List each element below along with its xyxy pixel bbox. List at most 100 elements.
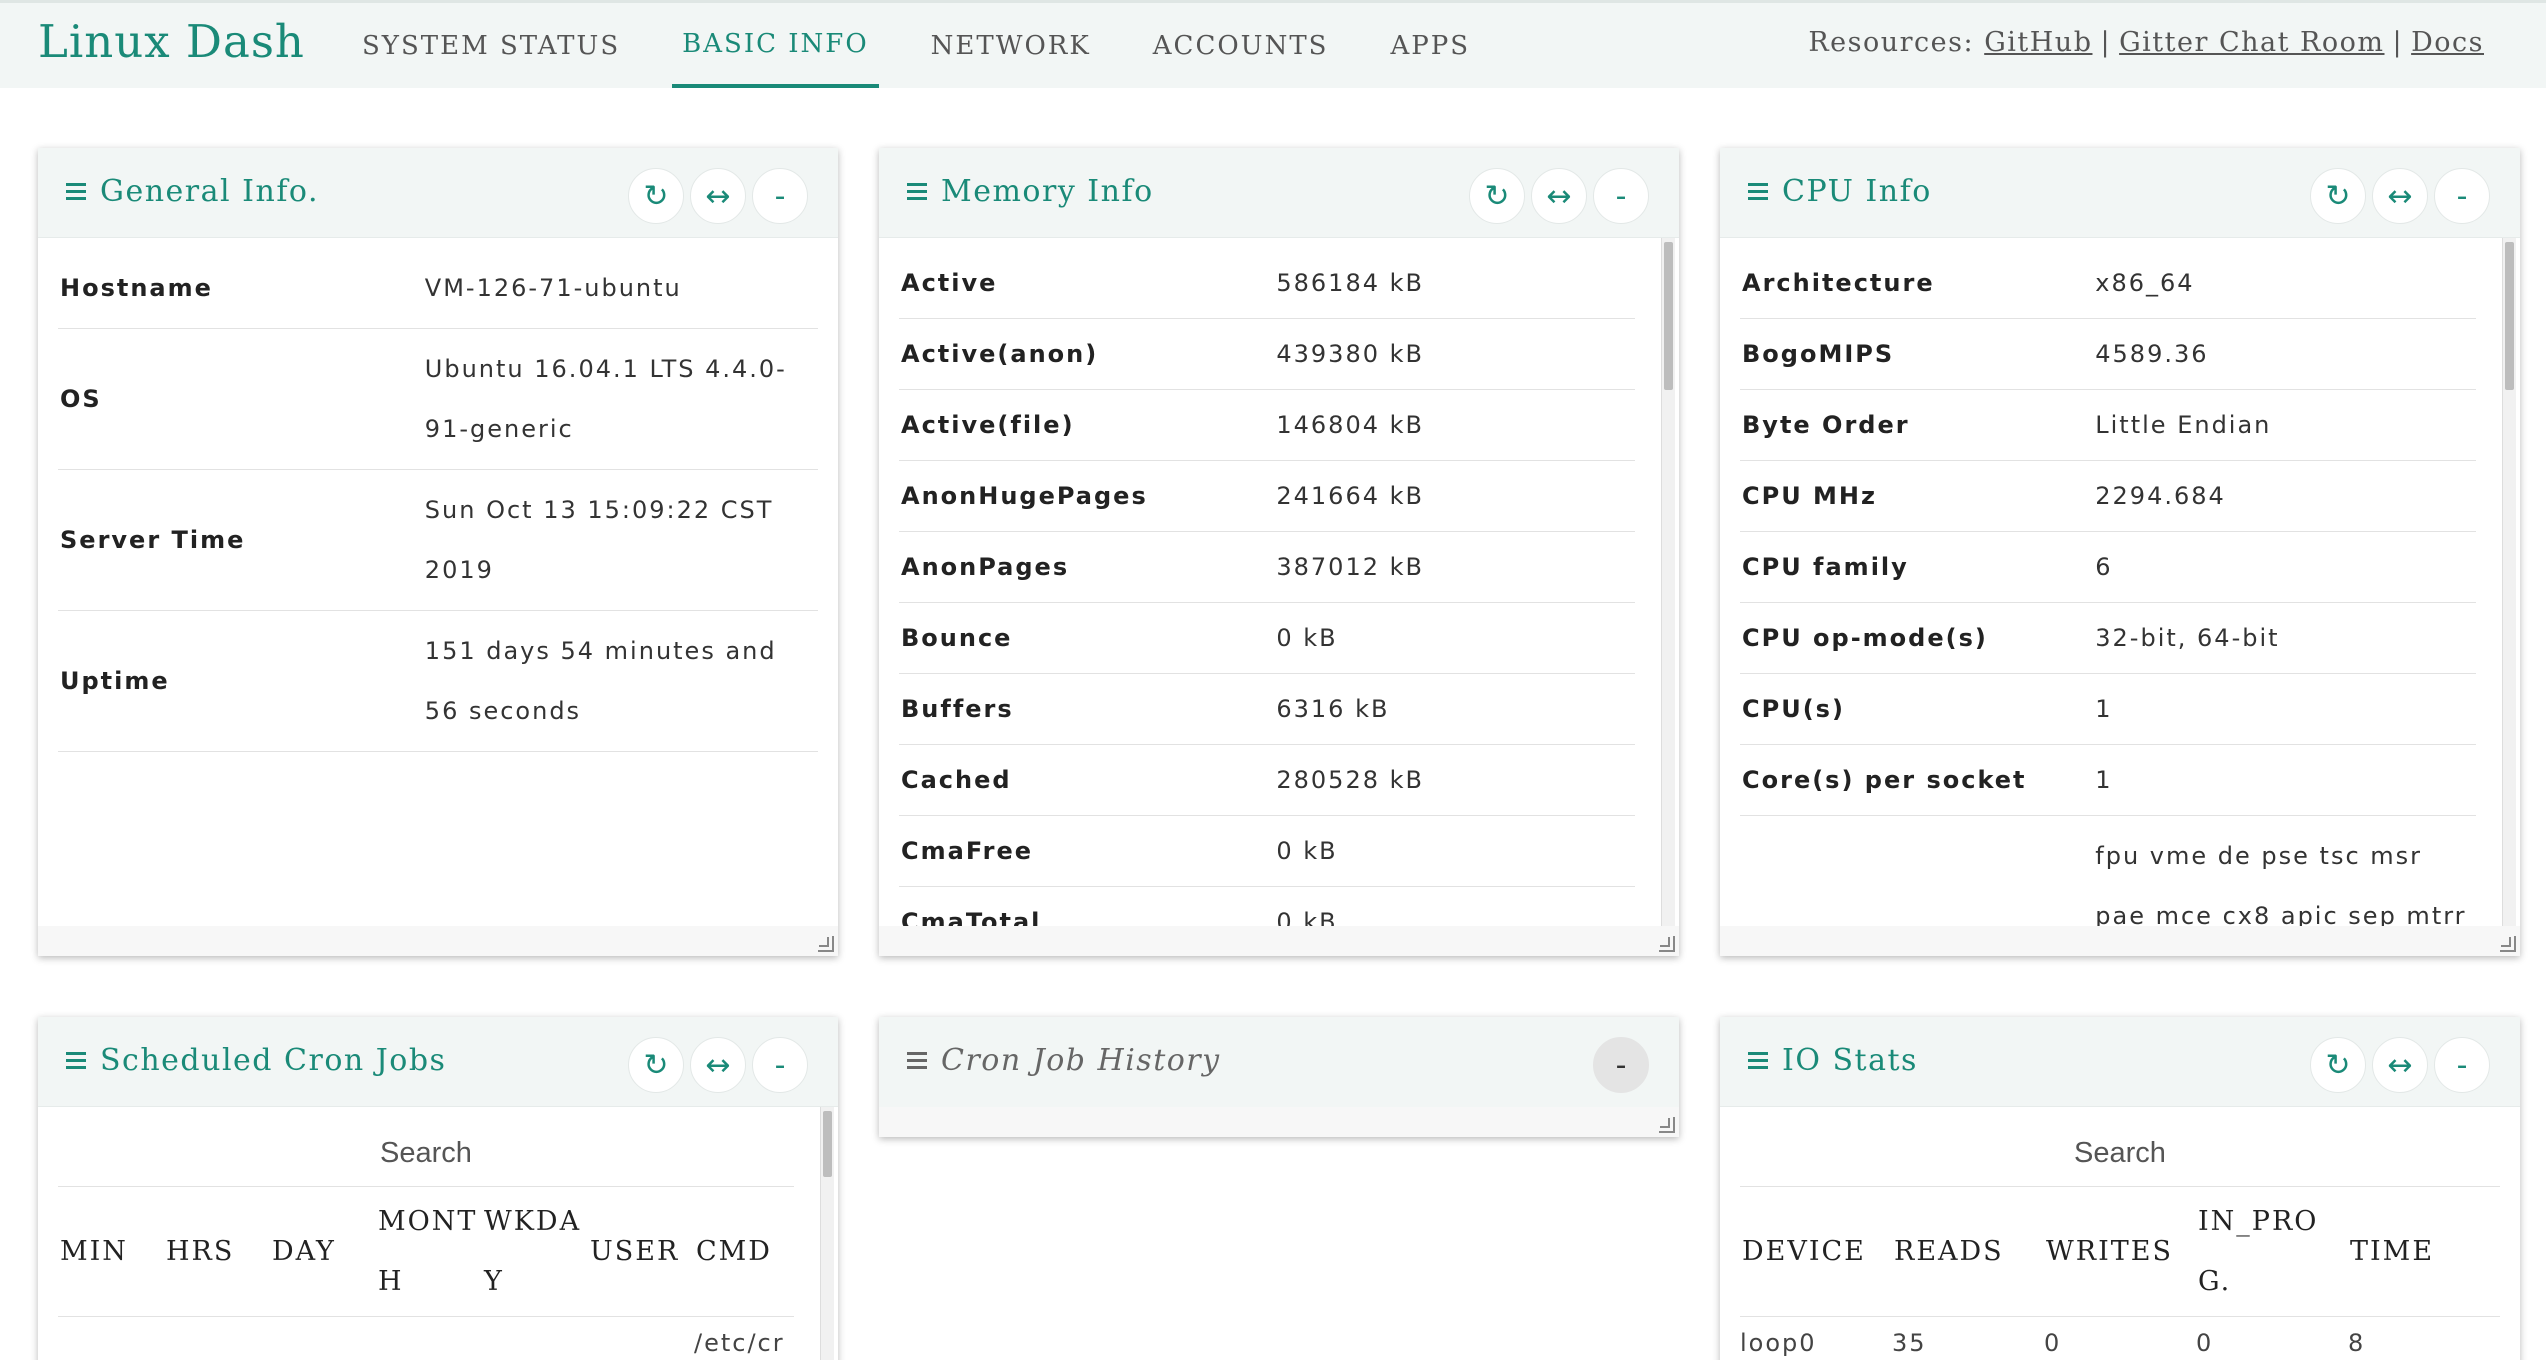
- info-table: Architecture x86_64 BogoMIPS 4589.36 Byte …: [1740, 248, 2476, 926]
- tab-system-status[interactable]: SYSTEM STATUS: [352, 3, 630, 88]
- resize-handle-icon[interactable]: [1659, 1117, 1675, 1133]
- column-header[interactable]: CMD: [694, 1222, 784, 1282]
- minimize-icon[interactable]: -: [752, 1037, 808, 1093]
- expand-icon[interactable]: ↔: [690, 1037, 746, 1093]
- column-header[interactable]: WRITES: [2044, 1222, 2196, 1282]
- scrollbar-thumb[interactable]: [2505, 242, 2514, 390]
- table-row: OS Ubuntu 16.04.1 LTS 4.4.0-91-generic: [58, 329, 818, 470]
- widget-footer: [38, 926, 838, 956]
- info-table: Hostname VM-126-71-ubuntu OS Ubuntu 16.04.…: [58, 248, 818, 752]
- resize-handle-icon[interactable]: [2500, 936, 2516, 952]
- resize-handle-icon[interactable]: [818, 936, 834, 952]
- search-input[interactable]: Search: [58, 1107, 794, 1187]
- scrollbar-thumb[interactable]: [823, 1111, 832, 1177]
- row-key: Server Time: [60, 526, 246, 554]
- minimize-icon[interactable]: -: [1593, 1037, 1649, 1093]
- table-row: CPU family 6: [1740, 532, 2476, 603]
- refresh-icon[interactable]: ↻: [2310, 1037, 2366, 1093]
- column-header[interactable]: WKDAY: [482, 1192, 588, 1312]
- widget-body: Architecture x86_64 BogoMIPS 4589.36 Byte …: [1720, 248, 2496, 926]
- table-row: Byte Order Little Endian: [1740, 390, 2476, 461]
- scrollbar[interactable]: [1661, 238, 1675, 926]
- table-cell: loop0: [1740, 1329, 1817, 1357]
- main-nav: SYSTEM STATUS BASIC INFO NETWORK ACCOUNT…: [352, 3, 1522, 88]
- row-value: 151 days 54 minutes and 56 seconds: [424, 637, 777, 725]
- cron-history-widget: Cron Job History -: [879, 1017, 1679, 1137]
- menu-icon[interactable]: [1748, 183, 1768, 200]
- refresh-icon[interactable]: ↻: [628, 168, 684, 224]
- column-header[interactable]: IN_PROG.: [2196, 1192, 2348, 1312]
- cron-jobs-title: Scheduled Cron Jobs: [100, 1043, 447, 1078]
- table-row: Active(anon) 439380 kB: [899, 319, 1635, 390]
- row-value: 2294.684: [2095, 482, 2226, 510]
- widget-header: General Info. ↻ ↔ -: [38, 148, 838, 238]
- widget-body: Active 586184 kB Active(anon) 439380 kB Ac…: [879, 248, 1655, 926]
- column-header[interactable]: MIN: [58, 1222, 164, 1282]
- minimize-icon[interactable]: -: [2434, 1037, 2490, 1093]
- column-header[interactable]: DEVICE: [1740, 1222, 1892, 1282]
- widget-header: IO Stats ↻ ↔ -: [1720, 1017, 2520, 1107]
- widget-controls: ↻ ↔ -: [2310, 1037, 2490, 1093]
- row-value: 146804 kB: [1276, 411, 1424, 439]
- tab-network[interactable]: NETWORK: [921, 3, 1101, 88]
- widget-footer: [1720, 926, 2520, 956]
- info-table: Active 586184 kB Active(anon) 439380 kB Ac…: [899, 248, 1635, 926]
- row-value: 387012 kB: [1276, 553, 1424, 581]
- row-value: 0 kB: [1276, 837, 1338, 865]
- row-value: 1: [2095, 766, 2113, 794]
- row-key: [1740, 816, 2093, 927]
- minimize-icon[interactable]: -: [2434, 168, 2490, 224]
- row-value: 280528 kB: [1276, 766, 1424, 794]
- table-row: /etc/cr: [58, 1317, 794, 1357]
- expand-icon[interactable]: ↔: [1531, 168, 1587, 224]
- row-value: x86_64: [2095, 269, 2195, 297]
- table-cell: 35: [1892, 1329, 1927, 1357]
- gitter-link[interactable]: Gitter Chat Room: [2119, 27, 2384, 58]
- search-input[interactable]: Search: [1740, 1107, 2500, 1187]
- docs-link[interactable]: Docs: [2411, 27, 2484, 58]
- row-value: 32-bit, 64-bit: [2095, 624, 2280, 652]
- expand-icon[interactable]: ↔: [690, 168, 746, 224]
- column-header[interactable]: MONTH: [376, 1192, 482, 1312]
- table-row: Core(s) per socket 1: [1740, 745, 2476, 816]
- menu-icon[interactable]: [1748, 1052, 1768, 1069]
- row-key: BogoMIPS: [1742, 340, 1895, 368]
- github-link[interactable]: GitHub: [1984, 27, 2092, 58]
- row-value: 586184 kB: [1276, 269, 1424, 297]
- row-key: OS: [60, 385, 102, 413]
- menu-icon[interactable]: [66, 183, 86, 200]
- tab-basic-info[interactable]: BASIC INFO: [672, 3, 879, 88]
- column-header[interactable]: USER: [588, 1222, 694, 1282]
- resize-handle-icon[interactable]: [1659, 936, 1675, 952]
- refresh-icon[interactable]: ↻: [1469, 168, 1525, 224]
- cpu-info-widget: CPU Info ↻ ↔ - Architecture x86_64 BogoMI…: [1720, 148, 2520, 956]
- tab-apps[interactable]: APPS: [1380, 3, 1480, 88]
- app-title[interactable]: Linux Dash: [38, 15, 305, 68]
- resources-label: Resources:: [1808, 27, 1975, 58]
- table-row: CmaTotal 0 kB: [899, 887, 1635, 926]
- menu-icon[interactable]: [907, 1052, 927, 1069]
- refresh-icon[interactable]: ↻: [2310, 168, 2366, 224]
- widget-title: Scheduled Cron Jobs: [66, 1043, 446, 1078]
- cpu-info-title: CPU Info: [1782, 174, 1932, 209]
- tab-accounts[interactable]: ACCOUNTS: [1143, 3, 1339, 88]
- minimize-icon[interactable]: -: [752, 168, 808, 224]
- expand-icon[interactable]: ↔: [2372, 1037, 2428, 1093]
- menu-icon[interactable]: [907, 183, 927, 200]
- table-row: CPU op-mode(s) 32-bit, 64-bit: [1740, 603, 2476, 674]
- refresh-icon[interactable]: ↻: [628, 1037, 684, 1093]
- table-row: Bounce 0 kB: [899, 603, 1635, 674]
- column-header[interactable]: HRS: [164, 1222, 270, 1282]
- scrollbar-thumb[interactable]: [1664, 242, 1673, 390]
- menu-icon[interactable]: [66, 1052, 86, 1069]
- column-header[interactable]: READS: [1892, 1222, 2044, 1282]
- minimize-icon[interactable]: -: [1593, 168, 1649, 224]
- scrollbar[interactable]: [2502, 238, 2516, 926]
- row-value: 439380 kB: [1276, 340, 1424, 368]
- scrollbar[interactable]: [820, 1107, 834, 1360]
- expand-icon[interactable]: ↔: [2372, 168, 2428, 224]
- row-value: 6: [2095, 553, 2113, 581]
- column-header[interactable]: TIME: [2348, 1222, 2468, 1282]
- row-key: Architecture: [1742, 269, 1935, 297]
- column-header[interactable]: DAY: [270, 1222, 376, 1282]
